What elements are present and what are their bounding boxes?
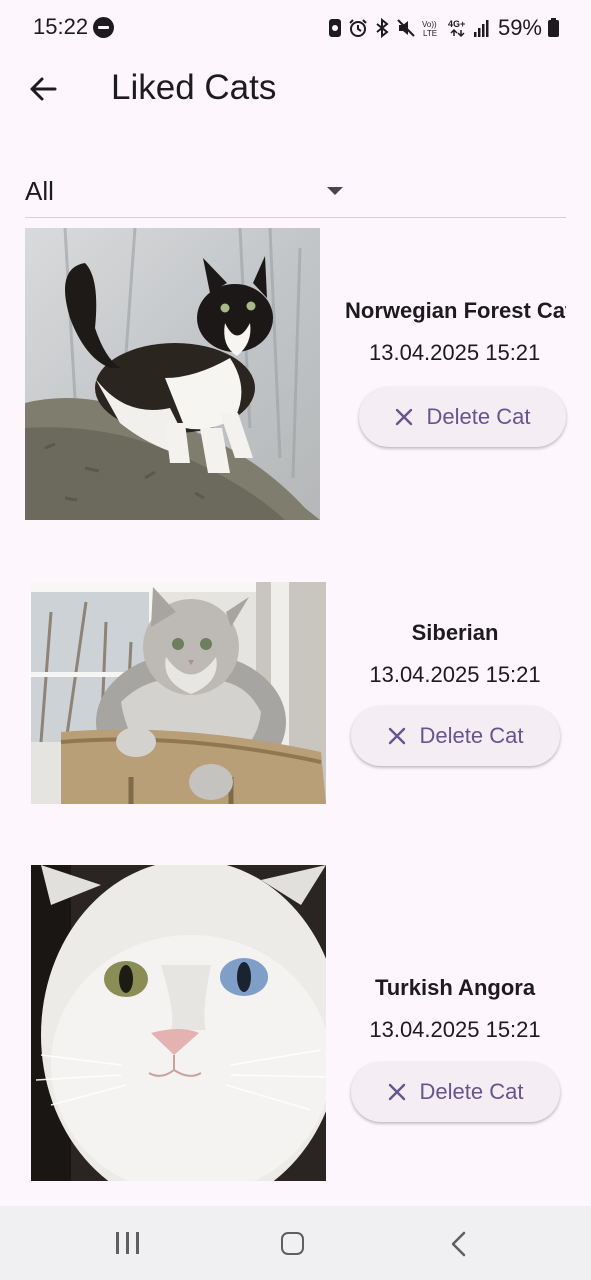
delete-cat-button[interactable]: Delete Cat	[351, 1062, 560, 1122]
svg-text:LTE: LTE	[423, 29, 437, 38]
close-icon	[395, 408, 412, 426]
cat-liked-date: 13.04.2025 15:21	[369, 340, 541, 365]
bluetooth-icon	[374, 18, 390, 38]
battery-icon	[548, 18, 559, 38]
cat-breed-name: Turkish Angora	[374, 975, 536, 1000]
data-saver-icon	[328, 18, 342, 38]
svg-text:Vo)): Vo))	[422, 20, 437, 29]
close-icon	[388, 1083, 405, 1101]
signal-icon	[473, 18, 490, 38]
breed-filter-dropdown[interactable]: All	[25, 166, 566, 218]
nav-back-icon[interactable]	[450, 1231, 468, 1257]
cat-breed-name: Siberian	[411, 620, 499, 645]
cat-photo	[31, 582, 326, 804]
4g-plus-icon: 4G+	[448, 18, 468, 38]
cat-list-item: Turkish Angora 13.04.2025 15:21 Delete C…	[0, 865, 591, 1185]
cat-info: Norwegian Forest Cat 13.04.2025 15:21	[345, 298, 566, 366]
cat-liked-date: 13.04.2025 15:21	[369, 1017, 541, 1042]
delete-cat-label: Delete Cat	[419, 1079, 524, 1104]
delete-cat-button[interactable]: Delete Cat	[351, 706, 560, 766]
cat-list-item: Norwegian Forest Cat 13.04.2025 15:21 De…	[0, 228, 591, 528]
cat-photo	[25, 228, 320, 520]
page-title: Liked Cats	[111, 68, 277, 107]
volte-icon: Vo)) LTE	[422, 18, 442, 38]
svg-text:4G+: 4G+	[448, 19, 465, 29]
dropdown-arrow-icon	[327, 187, 343, 195]
liked-cats-screen: 15:22 Vo)) LTE 4G+ 59% Liked Cats All No…	[0, 0, 591, 1280]
battery-percentage: 59%	[497, 15, 542, 40]
system-navigation-bar	[0, 1206, 591, 1280]
status-bar: 15:22 Vo)) LTE 4G+ 59%	[0, 0, 591, 56]
cat-info: Siberian 13.04.2025 15:21	[350, 620, 560, 688]
cat-list-item: Siberian 13.04.2025 15:21 Delete Cat	[0, 582, 591, 812]
recent-apps-icon[interactable]	[116, 1232, 140, 1254]
status-icons: Vo)) LTE 4G+ 59%	[328, 14, 559, 42]
filter-selected-value: All	[25, 176, 54, 206]
delete-cat-label: Delete Cat	[419, 723, 524, 748]
alarm-icon	[348, 18, 368, 38]
delete-cat-button[interactable]: Delete Cat	[359, 387, 566, 447]
dnd-icon	[93, 17, 114, 38]
home-icon[interactable]	[281, 1232, 304, 1255]
cat-breed-name: Norwegian Forest Cat	[345, 298, 566, 323]
mute-icon	[396, 18, 416, 38]
back-button[interactable]	[22, 68, 64, 110]
delete-cat-label: Delete Cat	[426, 404, 531, 429]
close-icon	[388, 727, 405, 745]
app-bar: Liked Cats	[0, 56, 591, 120]
cat-photo	[31, 865, 326, 1181]
arrow-back-icon	[30, 77, 57, 101]
status-time: 15:22	[33, 14, 89, 39]
cat-liked-date: 13.04.2025 15:21	[369, 662, 541, 687]
cat-info: Turkish Angora 13.04.2025 15:21	[350, 975, 560, 1043]
